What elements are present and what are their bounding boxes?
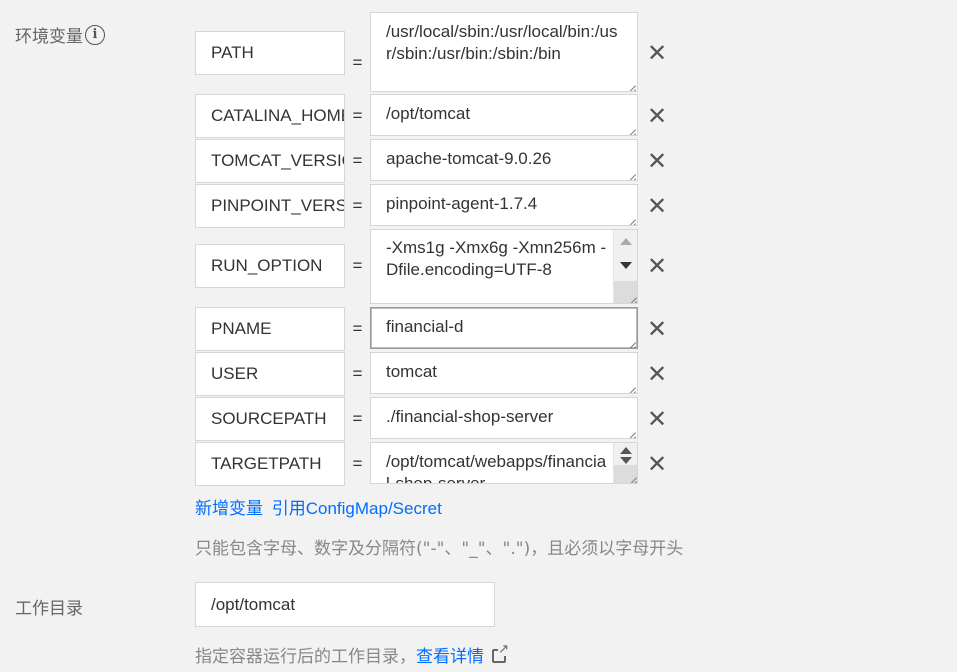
resize-grip-icon[interactable] [624, 78, 636, 90]
resize-grip-icon[interactable] [624, 167, 636, 179]
scrollbar[interactable] [613, 230, 637, 303]
close-icon[interactable]: ✕ [645, 149, 669, 173]
env-key-input[interactable]: RUN_OPTION [195, 244, 345, 288]
external-link-icon[interactable] [492, 643, 509, 663]
equals-sign: = [352, 364, 363, 383]
env-vars-label: 环境变量 i [15, 22, 105, 47]
close-icon[interactable]: ✕ [645, 362, 669, 386]
env-key-input[interactable]: TARGETPATH [195, 442, 345, 486]
env-value-textarea[interactable]: apache-tomcat-9.0.26 [370, 139, 638, 181]
resize-grip-icon[interactable] [614, 465, 637, 483]
env-value-textarea[interactable]: /opt/tomcat/webapps/financial-shop-serve… [370, 442, 638, 484]
scrollbar[interactable] [613, 443, 637, 483]
equals-sign: = [352, 409, 363, 428]
workdir-label: 工作目录 [15, 599, 83, 619]
env-value-textarea[interactable]: pinpoint-agent-1.7.4 [370, 184, 638, 226]
resize-grip-icon[interactable] [624, 380, 636, 392]
reference-configmap-link[interactable]: 引用ConfigMap/Secret [272, 499, 442, 518]
env-value-textarea[interactable]: ./financial-shop-server [370, 397, 638, 439]
env-key-input[interactable]: SOURCEPATH [195, 397, 345, 441]
env-key-input[interactable]: PINPOINT_VERSION [195, 184, 345, 228]
add-variable-link[interactable]: 新增变量 [195, 499, 263, 518]
env-value-textarea[interactable]: /usr/local/sbin:/usr/local/bin:/usr/sbin… [370, 12, 638, 92]
resize-grip-icon[interactable] [624, 335, 636, 347]
workdir-hint: 指定容器运行后的工作目录，查看详情 [195, 642, 509, 667]
env-actions: 新增变量 引用ConfigMap/Secret [195, 494, 442, 519]
env-value-textarea[interactable]: -Xms1g -Xmx6g -Xmn256m -Dfile.encoding=U… [370, 229, 638, 304]
close-icon[interactable]: ✕ [645, 452, 669, 476]
close-icon[interactable]: ✕ [645, 104, 669, 128]
resize-grip-icon[interactable] [624, 212, 636, 224]
env-value-textarea[interactable]: financial-d [370, 307, 638, 349]
env-value-textarea[interactable]: /opt/tomcat [370, 94, 638, 136]
env-key-input[interactable]: USER [195, 352, 345, 396]
resize-grip-icon[interactable] [624, 425, 636, 437]
resize-grip-icon[interactable] [624, 122, 636, 134]
env-key-input[interactable]: TOMCAT_VERSION [195, 139, 345, 183]
scroll-up-icon[interactable] [620, 238, 632, 245]
close-icon[interactable]: ✕ [645, 41, 669, 65]
env-key-input[interactable]: PATH [195, 31, 345, 75]
view-details-link[interactable]: 查看详情 [416, 647, 484, 667]
close-icon[interactable]: ✕ [645, 254, 669, 278]
equals-sign: = [352, 454, 363, 473]
close-icon[interactable]: ✕ [645, 407, 669, 431]
scroll-up-icon[interactable] [620, 447, 632, 454]
env-hint-text: 只能包含字母、数字及分隔符("-"、"_"、".")，且必须以字母开头 [195, 539, 684, 559]
close-icon[interactable]: ✕ [645, 317, 669, 341]
close-icon[interactable]: ✕ [645, 194, 669, 218]
equals-sign: = [352, 319, 363, 338]
equals-sign: = [352, 196, 363, 215]
env-value-textarea[interactable]: tomcat [370, 352, 638, 394]
equals-sign: = [352, 256, 363, 275]
equals-sign: = [352, 151, 363, 170]
info-icon[interactable]: i [85, 24, 105, 45]
scroll-down-icon[interactable] [620, 457, 632, 464]
env-key-input[interactable]: PNAME [195, 307, 345, 351]
equals-sign: = [352, 106, 363, 125]
workdir-input[interactable]: /opt/tomcat [195, 582, 495, 627]
scroll-down-icon[interactable] [620, 262, 632, 269]
resize-grip-icon[interactable] [614, 281, 637, 303]
env-key-input[interactable]: CATALINA_HOME [195, 94, 345, 138]
equals-sign: = [352, 53, 363, 72]
